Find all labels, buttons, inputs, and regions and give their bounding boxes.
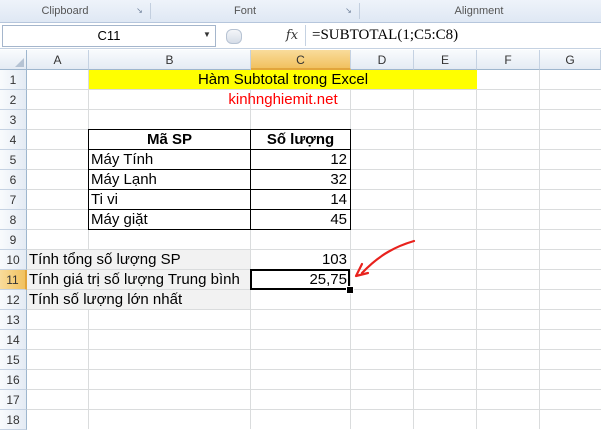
row-header-9[interactable]: 9 [0, 230, 27, 250]
ribbon-group-labels: Clipboard ↘ Font ↘ Alignment [0, 0, 601, 23]
table-cell-name[interactable]: Ti vi [91, 190, 249, 210]
row-header-13[interactable]: 13 [0, 310, 27, 330]
row-header-14[interactable]: 14 [0, 330, 27, 350]
row-header-10[interactable]: 10 [0, 250, 27, 270]
column-header-b[interactable]: B [89, 50, 251, 70]
ribbon-group-clipboard: Clipboard [41, 5, 89, 17]
font-dialog-launcher-icon[interactable]: ↘ [344, 6, 353, 15]
column-header-f[interactable]: F [477, 50, 540, 70]
formula-input[interactable]: =SUBTOTAL(1;C5:C8) [312, 25, 458, 45]
column-header-c[interactable]: C [251, 50, 351, 70]
table-header-quantity[interactable]: Số lượng [251, 130, 350, 150]
row-header-12[interactable]: 12 [0, 290, 27, 310]
ribbon-group-alignment: Alignment [454, 5, 504, 17]
name-box-dropdown-icon[interactable]: ▼ [200, 25, 214, 45]
column-header-d[interactable]: D [351, 50, 414, 70]
table-cell-name[interactable]: Máy giặt [91, 210, 249, 230]
column-header-g[interactable]: G [540, 50, 601, 70]
row-header-2[interactable]: 2 [0, 90, 27, 110]
active-cell-selection[interactable] [250, 269, 350, 290]
summary-value-total[interactable]: 103 [251, 250, 347, 270]
row-header-16[interactable]: 16 [0, 370, 27, 390]
annotation-arrow-icon [354, 239, 416, 278]
formula-bar: C11 ▼ fx =SUBTOTAL(1;C5:C8) [0, 23, 601, 49]
summary-label-max[interactable]: Tính số lượng lớn nhất [29, 290, 269, 310]
row-header-4[interactable]: 4 [0, 130, 27, 150]
table-cell-qty[interactable]: 45 [251, 210, 347, 230]
select-all-button[interactable] [0, 50, 27, 70]
row-header-8[interactable]: 8 [0, 210, 27, 230]
summary-label-average[interactable]: Tính giá trị số lượng Trung bình [29, 270, 269, 290]
site-name[interactable]: kinhnghiemit.net [89, 90, 477, 110]
fill-handle[interactable] [346, 286, 354, 294]
row-header-7[interactable]: 7 [0, 190, 27, 210]
row-header-6[interactable]: 6 [0, 170, 27, 190]
row-header-1[interactable]: 1 [0, 70, 27, 90]
summary-label-total[interactable]: Tính tổng số lượng SP [29, 250, 269, 270]
formula-bar-resize-handle[interactable] [226, 29, 242, 44]
summary-value-max[interactable] [251, 290, 347, 310]
table-cell-qty[interactable]: 12 [251, 150, 347, 170]
clipboard-dialog-launcher-icon[interactable]: ↘ [135, 6, 144, 15]
row-header-18[interactable]: 18 [0, 410, 27, 430]
formula-bar-separator [305, 25, 306, 46]
column-header-e[interactable]: E [414, 50, 477, 70]
name-box[interactable]: C11 [2, 25, 216, 47]
row-header-17[interactable]: 17 [0, 390, 27, 410]
insert-function-icon[interactable]: fx [282, 26, 302, 46]
row-header-11[interactable]: 11 [0, 270, 27, 290]
table-cell-name[interactable]: Máy Tính [91, 150, 249, 170]
row-header-15[interactable]: 15 [0, 350, 27, 370]
row-header-3[interactable]: 3 [0, 110, 27, 130]
table-header-product-code[interactable]: Mã SP [89, 130, 250, 150]
table-cell-name[interactable]: Máy Lạnh [91, 170, 249, 190]
column-header-a[interactable]: A [27, 50, 89, 70]
sheet-title[interactable]: Hàm Subtotal trong Excel [89, 70, 477, 90]
table-cell-qty[interactable]: 14 [251, 190, 347, 210]
ribbon-group-font: Font [233, 5, 256, 17]
row-header-5[interactable]: 5 [0, 150, 27, 170]
table-cell-qty[interactable]: 32 [251, 170, 347, 190]
